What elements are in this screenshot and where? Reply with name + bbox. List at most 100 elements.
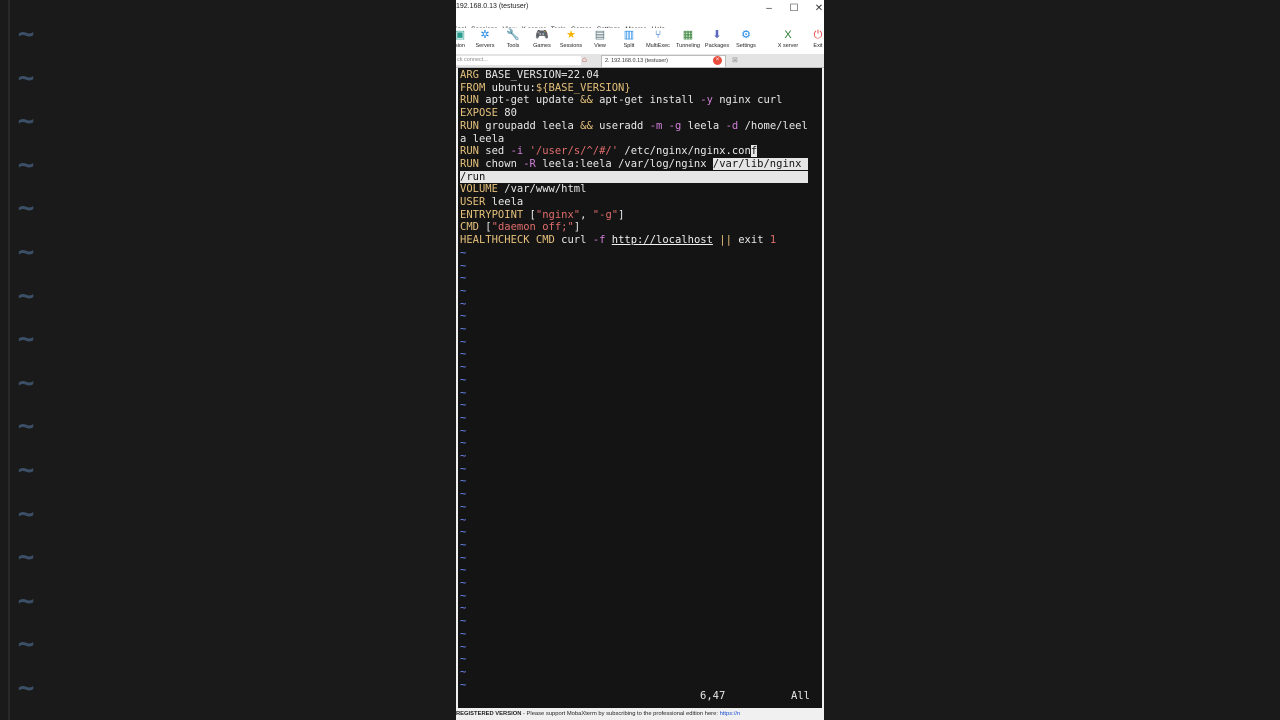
editor-token: -m (649, 119, 663, 132)
minimize-button[interactable]: – (762, 2, 776, 16)
terminal-vim-editor[interactable]: 6,47 All ARG BASE_VERSION=22.04 FROM ubun… (458, 68, 822, 708)
editor-token: a leela (460, 132, 505, 145)
professional-edition-link[interactable]: https://n (720, 711, 741, 717)
editor-token: "nginx" (535, 208, 581, 221)
toolbar-label: MultiExec (646, 43, 670, 49)
empty-line-tilde: ~ (460, 640, 467, 653)
background-tilde-column-left: ~ ~ ~ ~ ~ ~ ~ ~ ~ ~ ~ ~ ~ ~ ~ ~ (6, 0, 46, 720)
tunneling-icon: ▦ (682, 29, 694, 41)
editor-token: ARG (460, 69, 479, 81)
background-tilde: ~ (17, 627, 35, 661)
empty-line-tilde: ~ (460, 259, 467, 272)
empty-line-tilde: ~ (460, 437, 467, 450)
new-tab-icon[interactable]: ⊠ (732, 56, 738, 64)
empty-line-tilde: ~ (460, 538, 467, 551)
editor-token: RUN (460, 119, 479, 132)
toolbar-multiexec-button[interactable]: ⑂ MultiExec (644, 29, 672, 53)
editor-line: CMD ["daemon off;"] (460, 221, 580, 234)
editor-token: HEALTHCHECK (460, 234, 530, 247)
toolbar-x-server-button[interactable]: X X server (774, 29, 802, 53)
editor-token: "-g" (592, 208, 619, 221)
editor-token: VOLUME (460, 183, 498, 196)
home-icon[interactable]: ⌂ (582, 55, 587, 64)
tab-bar: ck connect... ⌂ 2. 192.168.0.13 (testuse… (456, 54, 824, 68)
empty-line-tilde: ~ (460, 272, 467, 285)
toolbar-tunneling-button[interactable]: ▦ Tunneling (674, 29, 702, 53)
toolbar-label: Packages (704, 43, 730, 49)
editor-token: /home/leel (738, 119, 808, 132)
support-message: - Please support MobaXterm by subscribin… (521, 711, 720, 717)
editor-token: CMD (460, 221, 479, 234)
xserver-icon: X (784, 29, 792, 41)
toolbar-label: Settings (736, 43, 756, 49)
empty-line-tilde: ~ (460, 335, 467, 348)
status-bar: REGISTERED VERSION - Please support Moba… (456, 708, 824, 720)
toolbar-split-button[interactable]: ▥ Split (615, 29, 643, 53)
editor-token: 80 (497, 107, 517, 120)
editor-token: /var/lib/nginx (712, 157, 808, 170)
toolbar-packages-button[interactable]: ⬇ Packages (703, 29, 731, 53)
empty-line-tilde: ~ (460, 310, 467, 323)
toolbar-exit-button[interactable]: ⏻ Exit (804, 29, 824, 53)
editor-line: RUN apt-get update && apt-get install -y… (460, 94, 782, 107)
editor-token: -R (523, 157, 536, 170)
editor-line: VOLUME /var/www/html (460, 183, 586, 196)
background-tilde: ~ (17, 409, 35, 443)
cursor-position: 6,47 (700, 690, 726, 702)
view-icon: ▤ (594, 29, 606, 41)
tab-session-2[interactable]: 2. 192.168.0.13 (testuser) (601, 55, 726, 67)
toolbar-label: Sessions (559, 43, 583, 49)
editor-token: [ (523, 208, 536, 221)
window-title: 192.168.0.13 (testuser) (456, 3, 529, 10)
toolbar-servers-button[interactable]: ✲ Servers (471, 29, 499, 53)
editor-token: "daemon off;" (491, 221, 574, 234)
background-tilde: ~ (17, 235, 35, 268)
editor-token: FROM (460, 81, 486, 94)
editor-token: RUN (460, 94, 479, 107)
background-left: ~ ~ ~ ~ ~ ~ ~ ~ ~ ~ ~ ~ ~ ~ ~ ~ (0, 0, 456, 720)
editor-token[interactable]: http://localhost (612, 234, 713, 246)
toolbar-settings-button[interactable]: ⚙ Settings (732, 29, 760, 53)
background-tilde: ~ (17, 583, 35, 617)
editor-token: ] (573, 221, 581, 234)
maximize-button[interactable]: ☐ (787, 2, 801, 16)
editor-line: FROM ubuntu:${BASE_VERSION} (460, 82, 631, 95)
empty-line-tilde: ~ (460, 627, 467, 640)
editor-token: apt-get update (478, 94, 581, 107)
editor-token: useradd (592, 119, 650, 132)
empty-line-tilde: ~ (460, 361, 467, 374)
empty-line-tilde: ~ (460, 386, 467, 399)
toolbar-tools-button[interactable]: 🔧 Tools (499, 29, 527, 53)
empty-line-tilde: ~ (460, 526, 467, 539)
empty-line-tilde: ~ (460, 577, 467, 589)
toolbar-sessions-button[interactable]: ★ Sessions (557, 29, 585, 53)
quick-connect-input[interactable]: ck connect... (456, 56, 581, 65)
empty-line-tilde: ~ (460, 665, 467, 678)
editor-token: ubuntu: (485, 81, 536, 94)
settings-icon: ⚙ (741, 29, 751, 41)
editor-token: leela (681, 119, 726, 132)
empty-line-tilde: ~ (460, 323, 467, 335)
empty-line-tilde: ~ (460, 500, 467, 513)
empty-line-tilde: ~ (460, 615, 467, 628)
empty-line-tilde: ~ (460, 564, 467, 577)
editor-token: sed (478, 145, 511, 158)
editor-token: -d (725, 119, 739, 132)
toolbar-games-button[interactable]: 🎮 Games (528, 29, 556, 53)
background-tilde: ~ (17, 17, 35, 50)
background-tilde: ~ (17, 540, 35, 574)
background-right (824, 0, 1280, 720)
empty-line-tilde: ~ (460, 424, 467, 437)
scroll-indicator: All (791, 690, 810, 702)
empty-line-tilde: ~ (460, 373, 467, 386)
editor-token: ] (618, 208, 625, 221)
close-button[interactable]: ✕ (812, 2, 824, 16)
editor-token: '/user/s/^/#/' (529, 145, 619, 158)
editor-line: RUN groupadd leela && useradd -m -g leel… (460, 120, 808, 133)
editor-token: leela (485, 196, 524, 208)
tab-close-icon[interactable]: × (713, 56, 722, 65)
toolbar-view-button[interactable]: ▤ View (586, 29, 614, 53)
multiexec-icon: ⑂ (654, 29, 662, 41)
background-tilde: ~ (17, 671, 35, 704)
editor-token: -i (510, 145, 524, 158)
